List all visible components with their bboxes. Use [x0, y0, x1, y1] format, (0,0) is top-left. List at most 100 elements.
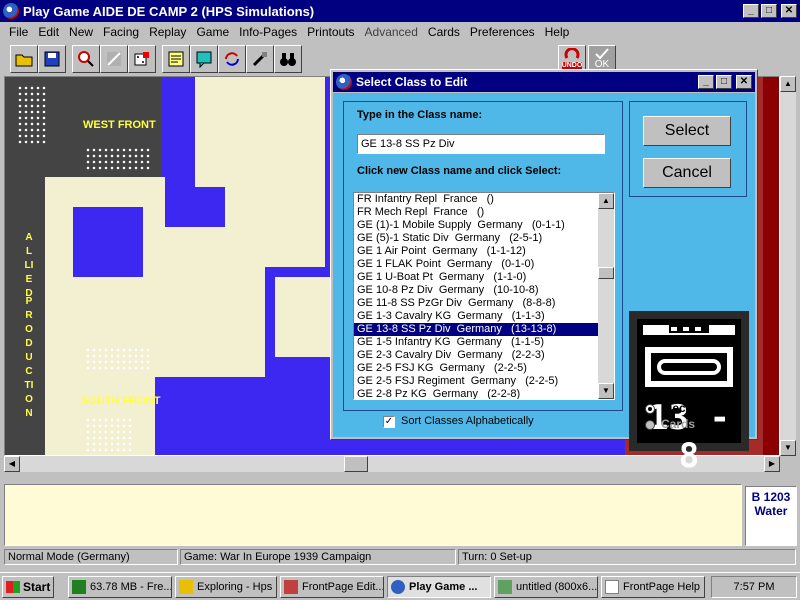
- select-button[interactable]: Select: [643, 116, 731, 146]
- class-listbox[interactable]: FR Infantry Repl France () FR Mech Repl F…: [353, 192, 615, 400]
- info-panel: [4, 484, 742, 546]
- notes-button[interactable]: [162, 45, 190, 73]
- help-book-icon: [605, 580, 619, 594]
- minimize-button[interactable]: _: [743, 4, 759, 18]
- edit-pieces-button[interactable]: [100, 45, 128, 73]
- dialog-close-button[interactable]: ✕: [736, 75, 752, 89]
- tool-button[interactable]: [246, 45, 274, 73]
- frontpage-icon: [284, 580, 298, 594]
- folder-icon: [179, 580, 193, 594]
- app-globe-icon: [391, 580, 405, 594]
- menu-info-pages[interactable]: Info-Pages: [234, 25, 302, 39]
- scroll-down-arrow[interactable]: ▼: [780, 440, 796, 456]
- class-list-item[interactable]: GE 1-3 Cavalry KG Germany (1-1-3): [354, 310, 614, 323]
- sort-checkbox[interactable]: ✓: [383, 416, 395, 428]
- select-class-dialog: Select Class to Edit _ □ ✕ Type in the C…: [330, 69, 758, 475]
- type-class-label: Type in the Class name:: [357, 109, 483, 121]
- menu-printouts[interactable]: Printouts: [302, 25, 359, 39]
- scroll-left-arrow[interactable]: ◀: [4, 456, 20, 472]
- class-list-item[interactable]: FR Mech Repl France (): [354, 206, 614, 219]
- menu-preferences[interactable]: Preferences: [465, 25, 540, 39]
- dialog-body: Type in the Class name: GE 13-8 SS Pz Di…: [333, 93, 755, 475]
- class-list-item[interactable]: GE 2-5 FSJ Regiment Germany (2-2-5): [354, 375, 614, 388]
- dialog-app-icon[interactable]: [336, 74, 352, 90]
- list-scroll-thumb[interactable]: [598, 267, 614, 279]
- menu-bar: File Edit New Facing Replay Game Info-Pa…: [0, 22, 800, 42]
- class-list-item[interactable]: GE 1 U-Boat Pt Germany (1-1-0): [354, 271, 614, 284]
- cards-radio[interactable]: [645, 420, 655, 430]
- open-folder-icon: [15, 54, 33, 67]
- save-button[interactable]: [38, 45, 66, 73]
- dice-button[interactable]: [128, 45, 156, 73]
- piece-classes-radio[interactable]: [645, 404, 655, 414]
- undo-icon: [564, 48, 580, 59]
- refresh-icon: [225, 52, 239, 66]
- class-list-item[interactable]: GE (5)-1 Static Div Germany (2-5-1): [354, 232, 614, 245]
- maximize-button[interactable]: □: [761, 4, 777, 18]
- edit-pieces-icon: [107, 52, 121, 66]
- class-list-item[interactable]: GE (1)-1 Mobile Supply Germany (0-1-1): [354, 219, 614, 232]
- task-frontpage-editor[interactable]: FrontPage Edit...: [280, 576, 384, 598]
- hex-terrain: Water: [754, 504, 788, 518]
- scroll-right-arrow[interactable]: ▶: [764, 456, 780, 472]
- close-button[interactable]: ✕: [781, 4, 797, 18]
- start-button[interactable]: Start: [2, 576, 54, 598]
- unit-markers-nw: [17, 85, 47, 145]
- dialog-maximize-button[interactable]: □: [716, 75, 732, 89]
- scroll-up-arrow[interactable]: ▲: [780, 76, 796, 92]
- task-paint[interactable]: untitled (800x6...: [494, 576, 598, 598]
- menu-advanced[interactable]: Advanced: [360, 25, 423, 39]
- click-class-label: Click new Class name and click Select:: [357, 165, 562, 177]
- menu-cards[interactable]: Cards: [423, 25, 465, 39]
- map-bay: [73, 207, 143, 277]
- menu-edit[interactable]: Edit: [33, 25, 64, 39]
- south-front-label: SOUTH FRONT: [81, 395, 161, 407]
- piece-move: 8: [678, 436, 700, 476]
- hex-id: B 1203: [751, 490, 791, 504]
- task-memory[interactable]: 63.78 MB - Fre...: [68, 576, 172, 598]
- task-play-game[interactable]: Play Game ...: [387, 576, 491, 598]
- window-title: Play Game AIDE DE CAMP 2 (HPS Simulation…: [23, 3, 315, 19]
- list-scrollbar[interactable]: ▲ ▼: [598, 193, 614, 399]
- scroll-thumb[interactable]: [344, 456, 368, 472]
- class-list-item[interactable]: FR Infantry Repl France (): [354, 193, 614, 206]
- class-list-item[interactable]: GE 13-8 SS Pz Div Germany (13-13-8): [354, 323, 614, 336]
- class-list-item[interactable]: GE 1 FLAK Point Germany (0-1-0): [354, 258, 614, 271]
- taskbar: Start 63.78 MB - Fre... Exploring - Hps …: [0, 572, 800, 600]
- dialog-title-bar[interactable]: Select Class to Edit _ □ ✕: [333, 72, 755, 92]
- class-list-item[interactable]: GE 2-5 FSJ KG Germany (2-2-5): [354, 362, 614, 375]
- menu-replay[interactable]: Replay: [144, 25, 191, 39]
- menu-file[interactable]: File: [4, 25, 33, 39]
- app-icon[interactable]: [3, 3, 19, 19]
- task-exploring[interactable]: Exploring - Hps: [175, 576, 277, 598]
- class-name-input[interactable]: GE 13-8 SS Pz Div: [357, 134, 605, 154]
- class-list-item[interactable]: GE 11-8 SS PzGr Div Germany (8-8-8): [354, 297, 614, 310]
- map-land-central: [225, 187, 325, 267]
- class-list-item[interactable]: GE 2-8 Pz KG Germany (2-2-8): [354, 388, 614, 399]
- task-frontpage-help[interactable]: FrontPage Help: [601, 576, 705, 598]
- open-button[interactable]: [10, 45, 38, 73]
- window-title-bar[interactable]: Play Game AIDE DE CAMP 2 (HPS Simulation…: [0, 0, 800, 22]
- status-mode: Normal Mode (Germany): [4, 549, 178, 565]
- menu-help[interactable]: Help: [540, 25, 575, 39]
- info-button[interactable]: [190, 45, 218, 73]
- list-scroll-down-arrow[interactable]: ▼: [598, 383, 614, 399]
- paint-icon: [498, 580, 512, 594]
- class-list-item[interactable]: GE 10-8 Pz Div Germany (10-10-8): [354, 284, 614, 297]
- map-land-italy: [275, 277, 335, 357]
- list-scroll-up-arrow[interactable]: ▲: [598, 193, 614, 209]
- menu-game[interactable]: Game: [191, 25, 234, 39]
- cancel-button[interactable]: Cancel: [643, 158, 731, 188]
- menu-facing[interactable]: Facing: [98, 25, 144, 39]
- sort-checkbox-label: Sort Classes Alphabetically: [401, 415, 534, 427]
- class-list-item[interactable]: GE 1 Air Point Germany (1-1-12): [354, 245, 614, 258]
- zoom-button[interactable]: [72, 45, 100, 73]
- class-list-item[interactable]: GE 2-3 Cavalry Div Germany (2-2-3): [354, 349, 614, 362]
- allied-label: ALLIED: [24, 232, 34, 299]
- binoculars-button[interactable]: [274, 45, 302, 73]
- dialog-minimize-button[interactable]: _: [698, 75, 714, 89]
- refresh-button[interactable]: [218, 45, 246, 73]
- menu-new[interactable]: New: [64, 25, 98, 39]
- class-list-item[interactable]: GE 1-5 Infantry KG Germany (1-1-5): [354, 336, 614, 349]
- map-vertical-scrollbar[interactable]: ▲ ▼: [780, 76, 796, 456]
